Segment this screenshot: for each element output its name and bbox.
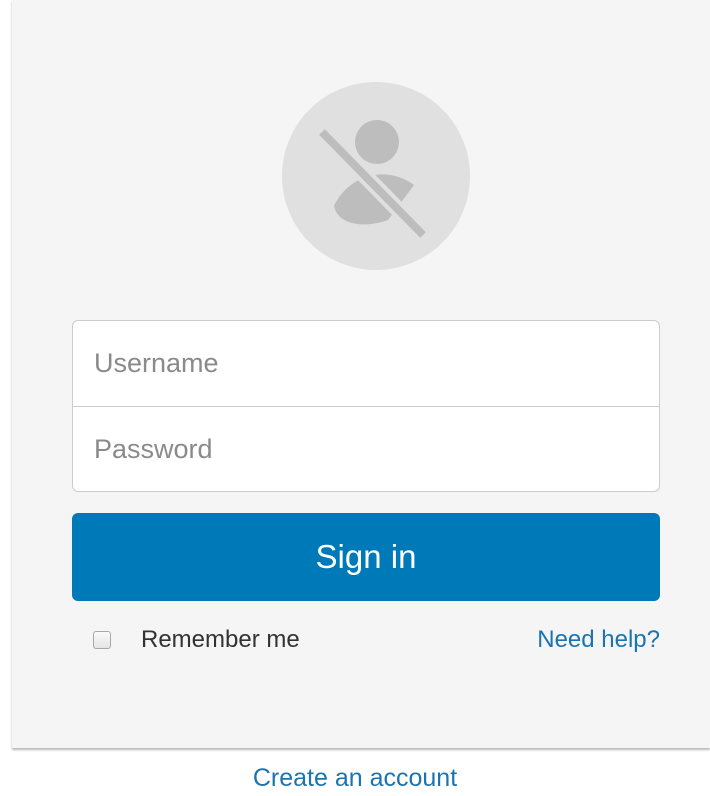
remember-me-checkbox[interactable]	[93, 631, 111, 649]
create-account-link[interactable]: Create an account	[0, 764, 710, 793]
need-help-link[interactable]: Need help?	[537, 622, 660, 658]
username-input[interactable]	[73, 321, 659, 406]
login-card: Sign in Remember me Need help?	[12, 0, 710, 748]
credentials-group	[72, 320, 660, 492]
no-user-avatar-icon	[282, 82, 470, 270]
password-input[interactable]	[73, 407, 659, 491]
sign-in-button[interactable]: Sign in	[72, 513, 660, 601]
remember-me[interactable]: Remember me	[93, 622, 300, 658]
remember-me-label: Remember me	[141, 626, 300, 653]
